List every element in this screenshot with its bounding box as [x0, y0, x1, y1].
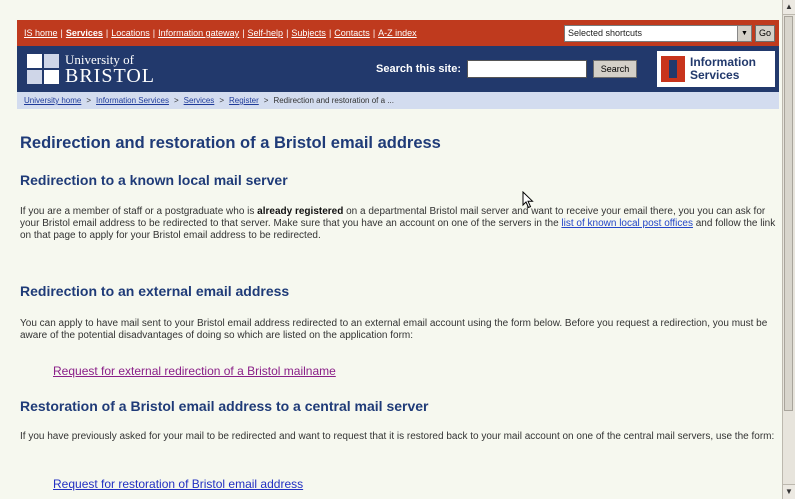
scrollbar-thumb[interactable]: [784, 16, 793, 411]
scroll-down-arrow-icon[interactable]: ▼: [783, 484, 795, 499]
nav-link-locations[interactable]: Locations: [111, 28, 150, 38]
vertical-scrollbar[interactable]: ▲ ▼: [782, 0, 795, 499]
information-services-mark-icon: [661, 56, 685, 82]
site-header: University of BRISTOL Search this site: …: [17, 46, 779, 92]
breadcrumb-services[interactable]: Services: [184, 96, 215, 105]
nav-link-a-z-index[interactable]: A-Z index: [378, 28, 417, 38]
top-nav-links: IS home | Services | Locations | Informatio…: [24, 28, 417, 38]
mouse-pointer-icon: [522, 191, 534, 209]
scroll-up-arrow-icon[interactable]: ▲: [783, 0, 795, 15]
section-heading-external-redirection: Redirection to an external email address: [20, 283, 290, 299]
is-logo-line2: Services: [690, 68, 740, 82]
search-label: Search this site:: [376, 63, 461, 75]
logo-bristol-text: BRISTOL: [65, 64, 155, 87]
nav-link-is-home[interactable]: IS home: [24, 28, 58, 38]
link-request-external-redirection[interactable]: Request for external redirection of a Br…: [53, 364, 336, 378]
top-navigation-bar: IS home | Services | Locations | Informatio…: [17, 20, 779, 46]
search-button[interactable]: Search: [593, 60, 637, 78]
shortcuts-group: Selected shortcuts ▼ Go: [564, 24, 775, 42]
browser-viewport: IS home | Services | Locations | Informatio…: [0, 0, 783, 499]
university-crest-icon: [27, 54, 59, 84]
nav-link-subjects[interactable]: Subjects: [291, 28, 326, 38]
nav-link-self-help[interactable]: Self-help: [248, 28, 284, 38]
nav-link-information-gateway[interactable]: Information gateway: [158, 28, 239, 38]
breadcrumb-information-services[interactable]: Information Services: [96, 96, 169, 105]
section-text-external-redirection: You can apply to have mail sent to your …: [20, 318, 768, 341]
university-logo[interactable]: University of BRISTOL: [27, 53, 155, 86]
logo-university-text: University of: [65, 51, 134, 67]
link-known-local-post-offices[interactable]: list of known local post offices: [561, 218, 693, 229]
page-title: Redirection and restoration of a Bristol…: [20, 134, 441, 152]
breadcrumb-register[interactable]: Register: [229, 96, 259, 105]
link-request-restoration[interactable]: Request for restoration of Bristol email…: [53, 477, 303, 491]
nav-link-contacts[interactable]: Contacts: [334, 28, 370, 38]
shortcuts-select[interactable]: Selected shortcuts ▼: [564, 24, 752, 42]
breadcrumb-university-home[interactable]: University home: [24, 96, 81, 105]
site-search: Search this site: Search Information Ser…: [376, 51, 775, 87]
section-text-restoration: If you have previously asked for your ma…: [20, 431, 775, 442]
dropdown-arrow-icon[interactable]: ▼: [737, 25, 751, 41]
information-services-logo[interactable]: Information Services: [657, 51, 775, 87]
search-input[interactable]: [467, 60, 587, 78]
section-heading-local-redirection: Redirection to a known local mail server: [20, 172, 288, 188]
shortcuts-select-value: Selected shortcuts: [568, 28, 643, 38]
site-header-frame: IS home | Services | Locations | Informatio…: [17, 20, 779, 109]
go-button[interactable]: Go: [755, 24, 775, 42]
breadcrumb: University home > Information Services > S…: [17, 92, 779, 109]
nav-link-services[interactable]: Services: [66, 28, 103, 38]
breadcrumb-current: Redirection and restoration of a ...: [273, 96, 394, 105]
section-heading-restoration: Restoration of a Bristol email address t…: [20, 398, 429, 414]
section-text-local-redirection: If you are a member of staff or a postgr…: [20, 206, 776, 241]
